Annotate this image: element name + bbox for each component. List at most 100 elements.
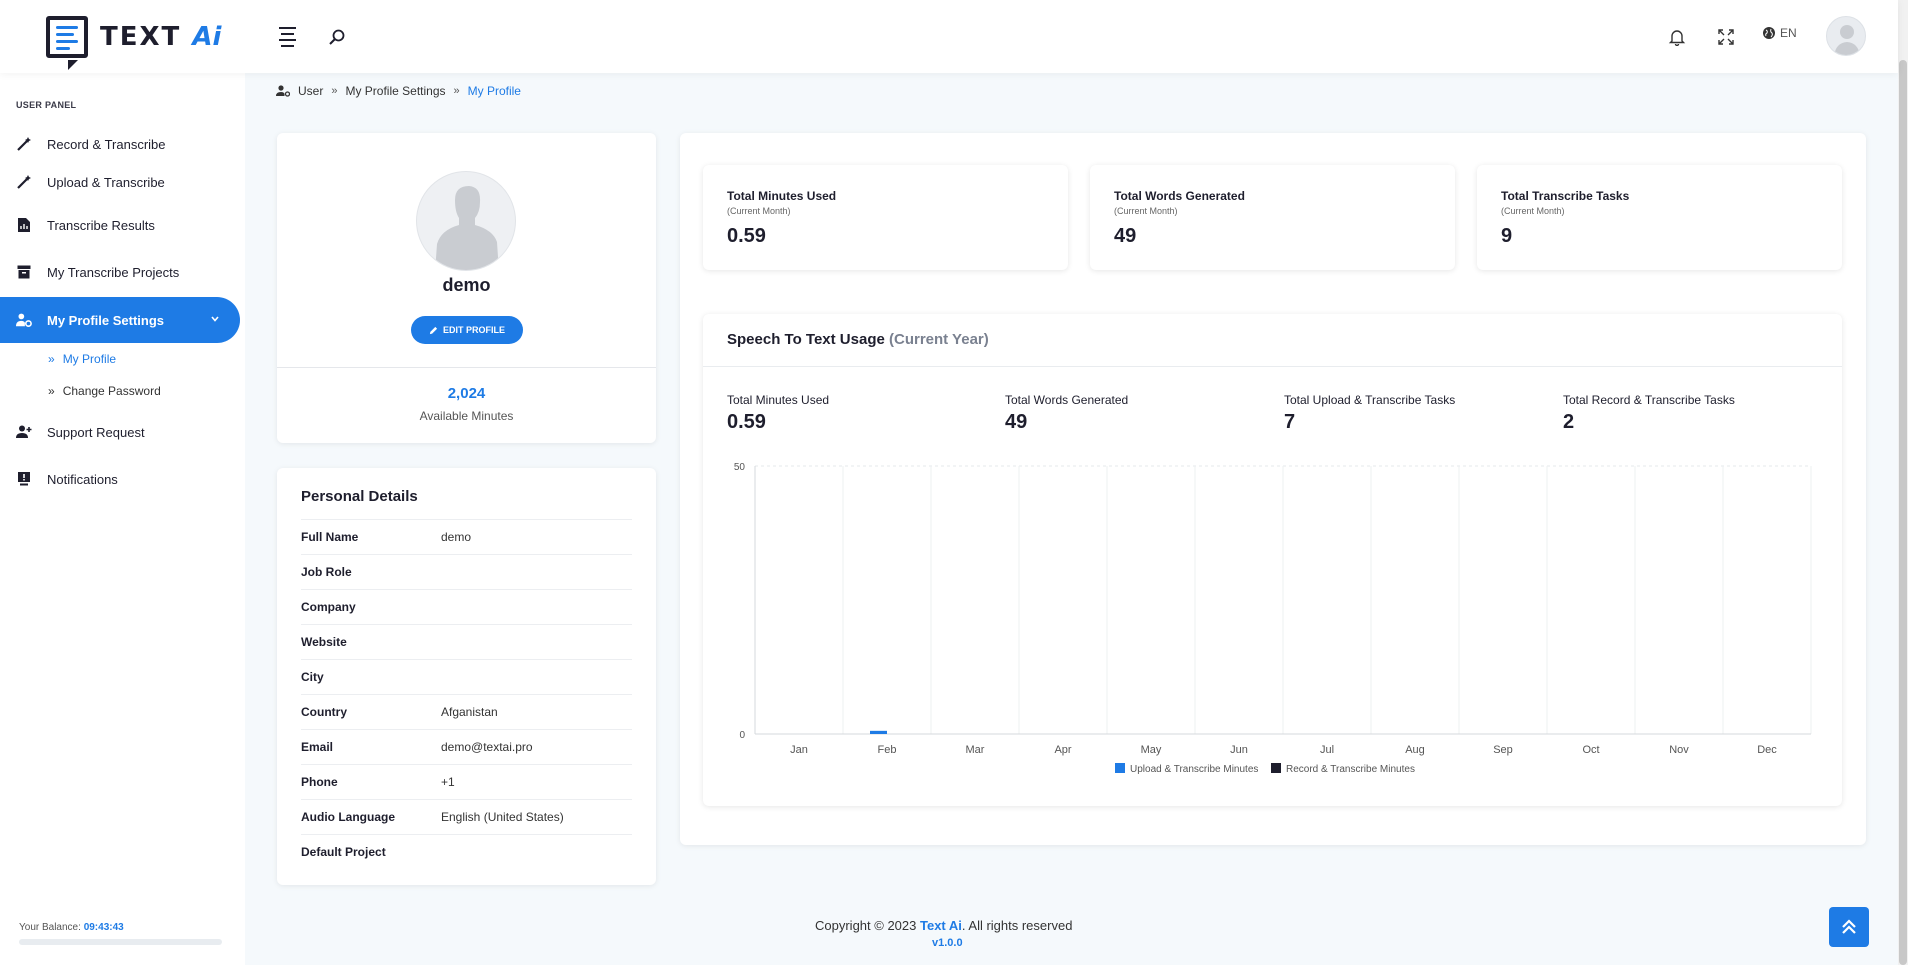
breadcrumb: User » My Profile Settings » My Profile [276, 84, 521, 98]
legend-label: Record & Transcribe Minutes [1286, 764, 1415, 775]
double-chevron-up-icon [1842, 919, 1856, 934]
sidebar-item-notifications[interactable]: Notifications [0, 456, 240, 502]
logo-icon [46, 16, 88, 58]
breadcrumb-current: My Profile [467, 84, 521, 98]
stat-value: 49 [1114, 225, 1137, 247]
detail-value: English (United States) [441, 810, 564, 824]
detail-row: Website [301, 624, 632, 659]
breadcrumb-profile-settings[interactable]: My Profile Settings [345, 84, 445, 98]
breadcrumb-user[interactable]: User [298, 84, 323, 98]
x-tick-label: Apr [1054, 744, 1071, 756]
search-icon[interactable] [324, 24, 350, 50]
x-tick-label: Nov [1669, 744, 1689, 756]
detail-key: Audio Language [301, 810, 395, 824]
file-audio-icon [16, 217, 32, 233]
sidebar-item-label: Notifications [47, 471, 118, 487]
user-gear-icon [16, 312, 32, 328]
balance-value: 09:43:43 [83, 922, 124, 933]
legend-swatch [1271, 763, 1281, 773]
detail-row: Country Afganistan [301, 694, 632, 729]
language-selector[interactable]: EN [1762, 26, 1797, 40]
available-minutes-label: Available Minutes [419, 409, 514, 423]
globe-icon [1763, 27, 1775, 39]
chevron-down-icon [210, 312, 220, 327]
sidebar-item-label: Transcribe Results [47, 217, 155, 233]
usage-bar-chart: 0 50 Jan Feb Mar Apr May Jun Jul Aug Sep Oct Nov Dec U… [734, 462, 1812, 775]
footer-brand-link[interactable]: Text Ai [920, 918, 962, 933]
pencil-icon [429, 326, 438, 334]
logo-accent: Ai [192, 22, 222, 52]
stat-value: 0.59 [727, 225, 766, 247]
stat-title: Total Words Generated [1114, 189, 1245, 203]
top-header: TEXT Ai EN [0, 0, 1898, 73]
legend-swatch [1115, 763, 1125, 773]
sidebar-item-upload-transcribe[interactable]: Upload & Transcribe [0, 159, 240, 205]
sidebar-item-transcribe-projects[interactable]: My Transcribe Projects [0, 249, 240, 295]
stat-value: 9 [1501, 225, 1513, 247]
sidebar-item-label: My Profile Settings [47, 312, 165, 328]
detail-value: demo [441, 530, 472, 544]
back-to-top-button[interactable] [1829, 907, 1869, 947]
sidebar-item-profile-settings[interactable]: My Profile Settings [0, 297, 240, 343]
balance-progress-bar [19, 939, 222, 945]
personal-details-card: Personal Details Full Name demo Job Role Co… [277, 468, 656, 885]
x-tick-label: Mar [966, 744, 985, 756]
fullscreen-icon[interactable] [1713, 24, 1739, 50]
x-tick-label: May [1141, 744, 1162, 756]
menu-toggle-icon[interactable] [274, 24, 300, 50]
version-label: v1.0.0 [932, 937, 963, 949]
panel-label: USER PANEL [16, 100, 77, 110]
logo-text: TEXT [100, 22, 182, 52]
edit-profile-button[interactable]: EDIT PROFILE [411, 316, 523, 344]
user-plus-icon [16, 424, 32, 440]
detail-key: Job Role [301, 565, 352, 579]
detail-value: demo@textai.pro [441, 740, 533, 754]
detail-row: Default Project [301, 834, 632, 869]
divider [277, 367, 656, 368]
detail-row: City [301, 659, 632, 694]
sidebar: USER PANEL Record & Transcribe Upload & … [0, 73, 245, 965]
bar [870, 730, 887, 734]
user-avatar[interactable] [1826, 16, 1866, 56]
y-tick-label: 50 [734, 462, 746, 473]
double-chevron-icon: » [48, 352, 55, 366]
stat-title: Total Minutes Used [727, 189, 837, 203]
x-tick-label: Jan [790, 744, 808, 756]
page-scrollbar[interactable] [1898, 0, 1908, 965]
sidebar-item-transcribe-results[interactable]: Transcribe Results [0, 202, 240, 248]
bell-icon[interactable] [1664, 24, 1690, 50]
sidebar-item-label: Upload & Transcribe [47, 174, 165, 190]
x-tick-label: Sep [1493, 744, 1513, 756]
speech-usage-card: Speech To Text Usage (Current Year) Tota… [703, 314, 1842, 806]
sidebar-subitem-change-password[interactable]: » Change Password [48, 384, 161, 398]
sidebar-subitem-my-profile[interactable]: » My Profile [48, 352, 116, 366]
profile-avatar [416, 171, 516, 271]
detail-key: Full Name [301, 530, 359, 544]
copyright: Copyright © 2023 Text Ai. All rights res… [815, 918, 1073, 933]
detail-key: Company [301, 600, 356, 614]
monitor-alert-icon [16, 471, 32, 487]
detail-row: Company [301, 589, 632, 624]
balance-info: Your Balance: 09:43:43 [19, 922, 124, 933]
sidebar-item-support-request[interactable]: Support Request [0, 409, 240, 455]
stat-subtitle: (Current Month) [1501, 206, 1565, 216]
detail-key: Default Project [301, 845, 386, 859]
detail-key: Email [301, 740, 334, 754]
y-tick-label: 0 [739, 730, 745, 741]
detail-row: Phone +1 [301, 764, 632, 799]
detail-row: Job Role [301, 554, 632, 589]
stat-subtitle: (Current Month) [1114, 206, 1178, 216]
detail-key: Phone [301, 775, 338, 789]
x-tick-label: Dec [1757, 744, 1777, 756]
x-tick-label: Feb [878, 744, 897, 756]
detail-value: +1 [441, 775, 455, 789]
sidebar-item-label: Record & Transcribe [47, 136, 166, 152]
x-tick-label: Jun [1230, 744, 1248, 756]
archive-box-icon [16, 264, 32, 280]
x-tick-label: Oct [1582, 744, 1599, 756]
logo[interactable]: TEXT Ai [46, 12, 222, 70]
stat-title: Total Transcribe Tasks [1501, 189, 1630, 203]
personal-details-title: Personal Details [301, 488, 418, 505]
stat-card-words: Total Words Generated (Current Month) 49 [1090, 165, 1455, 270]
sidebar-item-label: Support Request [47, 424, 145, 440]
